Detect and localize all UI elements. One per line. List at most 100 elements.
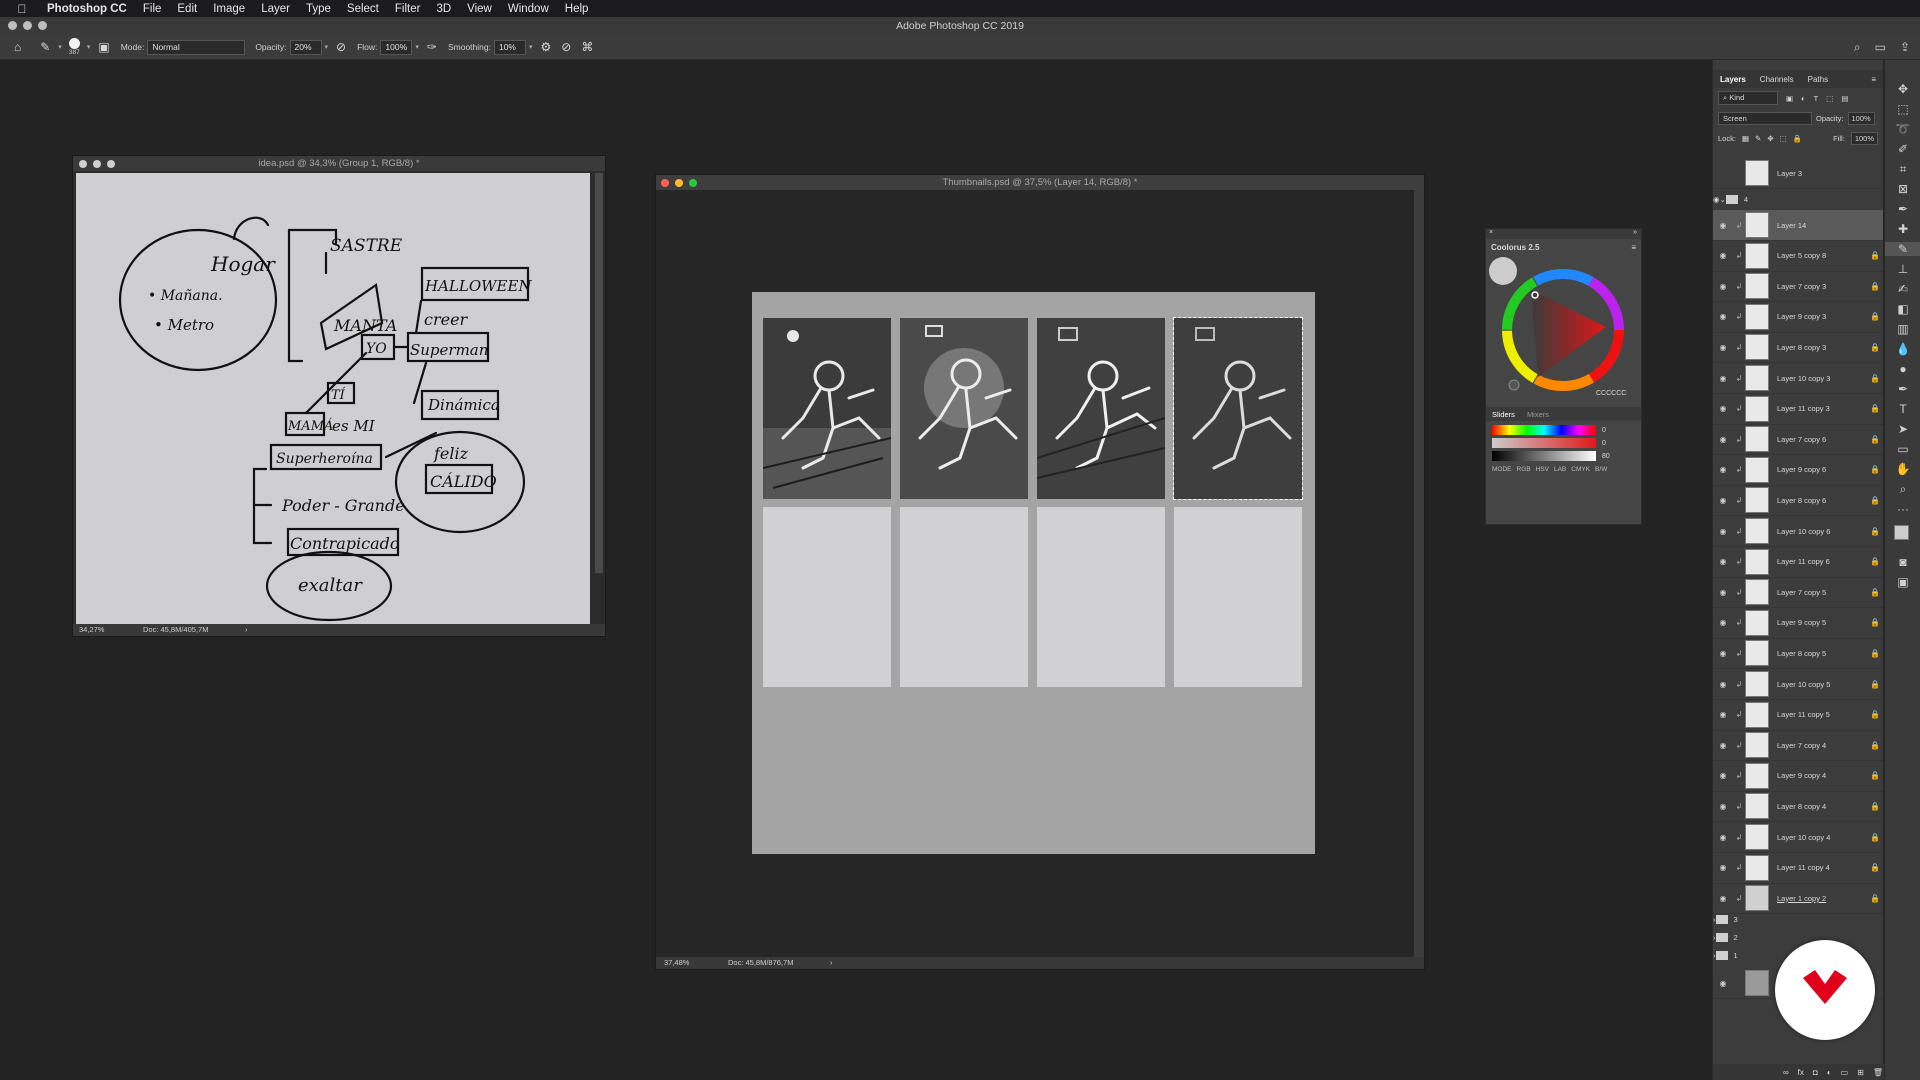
menu-select[interactable]: Select	[339, 3, 387, 15]
layer-row[interactable]: ◉ ↲ Layer 7 copy 3 🔒	[1713, 271, 1883, 303]
home-icon[interactable]: ⌂	[14, 40, 21, 54]
menu-layer[interactable]: Layer	[253, 3, 298, 15]
zoom-level[interactable]: 34,27%	[79, 624, 104, 636]
eye-icon[interactable]: ◉	[1713, 557, 1733, 566]
idea-document-window[interactable]: idea.psd @ 34,3% (Group 1, RGB/8) * Hoga…	[72, 155, 606, 637]
layer-row[interactable]: ◉ ↲ Layer 14	[1713, 210, 1883, 241]
layer-row[interactable]: ◉ ↲ Layer 9 copy 4 🔒	[1713, 761, 1883, 792]
healing-tool-icon[interactable]: ✚	[1885, 222, 1920, 236]
path-select-tool-icon[interactable]: ➤	[1885, 422, 1920, 436]
menu-image[interactable]: Image	[205, 3, 253, 15]
layer-opacity-input[interactable]: 100%	[1847, 111, 1875, 125]
eyedropper-tool-icon[interactable]: ✒	[1885, 202, 1920, 216]
menu-app[interactable]: Photoshop CC	[39, 3, 135, 15]
eye-icon[interactable]: ◉	[1713, 833, 1733, 842]
current-color-swatch[interactable]	[1489, 257, 1517, 285]
fill-input[interactable]: 100%	[1850, 131, 1878, 145]
brush-settings-icon[interactable]: ▣	[98, 40, 109, 54]
coolorus-titlebar[interactable]: × »	[1486, 229, 1641, 239]
menu-filter[interactable]: Filter	[387, 3, 429, 15]
eye-icon[interactable]: ◉	[1713, 435, 1733, 444]
brush-tool-icon[interactable]: ✎	[40, 40, 50, 54]
shape-filter-icon[interactable]: ⬚	[1826, 94, 1833, 103]
eye-icon[interactable]: ◉	[1713, 496, 1733, 505]
chevron-down-icon[interactable]: ▾	[529, 43, 533, 51]
mode-hsv[interactable]: HSV	[1536, 466, 1549, 473]
type-filter-icon[interactable]: T	[1814, 94, 1819, 103]
chevron-down-icon[interactable]: ▾	[325, 43, 329, 51]
eye-icon[interactable]: ◉	[1713, 588, 1733, 597]
hex-value[interactable]: CCCCCC	[1596, 390, 1626, 397]
tab-mixers[interactable]: Mixers	[1521, 410, 1555, 419]
layer-row[interactable]: ◉ ↲ Layer 8 copy 5 🔒	[1713, 638, 1883, 670]
menu-type[interactable]: Type	[298, 3, 339, 15]
layer-row[interactable]: ◉ ↲ Layer 10 copy 4 🔒	[1713, 822, 1883, 853]
brush-preset-picker[interactable]: 387	[68, 38, 80, 56]
quick-mask-icon[interactable]: ◙	[1885, 555, 1920, 569]
layers-panel[interactable]: Layers Channels Paths ≡ ⌕ Kind ▣ ◐ T ⬚ ▤…	[1712, 60, 1891, 1080]
screen-mode-icon[interactable]: ▣	[1885, 575, 1920, 589]
tab-channels[interactable]: Channels	[1753, 75, 1801, 84]
layer-row[interactable]: ◉ ↲ Layer 7 copy 5 🔒	[1713, 577, 1883, 609]
smart-filter-icon[interactable]: ▤	[1841, 94, 1848, 103]
color-wheel[interactable]: CCCCCC	[1486, 255, 1641, 405]
hue-value[interactable]: 0	[1602, 427, 1606, 434]
minimize-window-button[interactable]	[675, 179, 683, 187]
menu-3d[interactable]: 3D	[428, 3, 459, 15]
pen-tool-icon[interactable]: ✒	[1885, 382, 1920, 396]
hue-slider[interactable]	[1492, 425, 1596, 435]
mode-select[interactable]: Normal	[147, 39, 246, 55]
marquee-tool-icon[interactable]: ⬚	[1885, 102, 1920, 116]
chevron-right-icon[interactable]: ›	[830, 957, 833, 969]
pixel-filter-icon[interactable]: ▣	[1786, 94, 1793, 103]
hand-tool-icon[interactable]: ✋	[1885, 462, 1920, 476]
vertical-scrollbar[interactable]	[595, 173, 603, 573]
saturation-value[interactable]: 0	[1602, 440, 1606, 447]
idea-window-titlebar[interactable]: idea.psd @ 34,3% (Group 1, RGB/8) *	[73, 156, 605, 171]
coolorus-panel[interactable]: × » Coolorus 2.5 ≡ CCCCCC Sliders Mixers…	[1485, 228, 1642, 525]
eye-icon[interactable]: ◉	[1713, 863, 1733, 872]
airbrush-icon[interactable]: ✑	[427, 40, 437, 54]
eye-icon[interactable]: ◉	[1713, 649, 1733, 658]
type-tool-icon[interactable]: T	[1885, 402, 1920, 416]
thumbnails-window-titlebar[interactable]: Thumbnails.psd @ 37,5% (Layer 14, RGB/8)…	[656, 175, 1424, 190]
chevron-down-icon[interactable]: ▾	[415, 43, 419, 51]
layer-row[interactable]: ◉ ↲ Layer 9 copy 3 🔒	[1713, 302, 1883, 333]
collapse-icon[interactable]: »	[1633, 229, 1637, 236]
layer-row[interactable]: ◉ ↲ Layer 5 copy 8 🔒	[1713, 241, 1883, 272]
kind-filter-select[interactable]: ⌕ Kind	[1718, 91, 1778, 105]
brightness-value[interactable]: 80	[1602, 453, 1610, 460]
close-window-button[interactable]	[8, 21, 17, 30]
layer-row[interactable]: ◉ ↲ Layer 7 copy 4 🔒	[1713, 730, 1883, 762]
eye-icon[interactable]: ◉	[1713, 404, 1733, 413]
lock-pixels-icon[interactable]: ▦	[1742, 134, 1749, 143]
frame-tool-icon[interactable]: ⊠	[1885, 182, 1920, 196]
eye-icon[interactable]: ◉	[1713, 680, 1733, 689]
gear-icon[interactable]: ⚙	[540, 40, 551, 54]
layer-row[interactable]: ◉ ↲ Layer 7 copy 6 🔒	[1713, 424, 1883, 456]
layer-row[interactable]: ◉ ↲ Layer 9 copy 6 🔒	[1713, 455, 1883, 486]
layer-row[interactable]: ◉ ↲ Layer 11 copy 3 🔒	[1713, 394, 1883, 425]
share-icon[interactable]: ⇪	[1900, 40, 1910, 55]
quick-select-tool-icon[interactable]: ✐	[1885, 142, 1920, 156]
eye-icon[interactable]: ◉	[1713, 618, 1733, 627]
new-adjustment-icon[interactable]: ◐	[1827, 1068, 1832, 1077]
vertical-scrollbar[interactable]	[1414, 190, 1424, 958]
minimize-window-button[interactable]	[23, 21, 32, 30]
stamp-tool-icon[interactable]: ⊥	[1885, 262, 1920, 276]
zoom-window-button[interactable]	[689, 179, 697, 187]
add-mask-icon[interactable]: ◘	[1813, 1068, 1818, 1077]
layer-row[interactable]: ◉ ↲ Layer 10 copy 3 🔒	[1713, 363, 1883, 394]
layer-row[interactable]: ◉ ↲ Layer 10 copy 5 🔒	[1713, 669, 1883, 700]
tab-layers[interactable]: Layers	[1713, 75, 1753, 84]
eye-icon[interactable]: ◉	[1713, 894, 1733, 903]
menu-window[interactable]: Window	[500, 3, 557, 15]
link-layers-icon[interactable]: ∞	[1783, 1068, 1789, 1077]
move-tool-icon[interactable]: ✥	[1885, 82, 1920, 96]
eye-icon[interactable]: ◉	[1713, 979, 1733, 988]
layer-row[interactable]: ◉ ↲ Layer 10 copy 6 🔒	[1713, 516, 1883, 547]
menu-icon[interactable]: ≡	[1631, 243, 1636, 252]
pressure-size-icon[interactable]: ⊘	[561, 40, 571, 54]
dodge-tool-icon[interactable]: ●	[1885, 362, 1920, 376]
saturation-slider[interactable]	[1492, 438, 1596, 448]
